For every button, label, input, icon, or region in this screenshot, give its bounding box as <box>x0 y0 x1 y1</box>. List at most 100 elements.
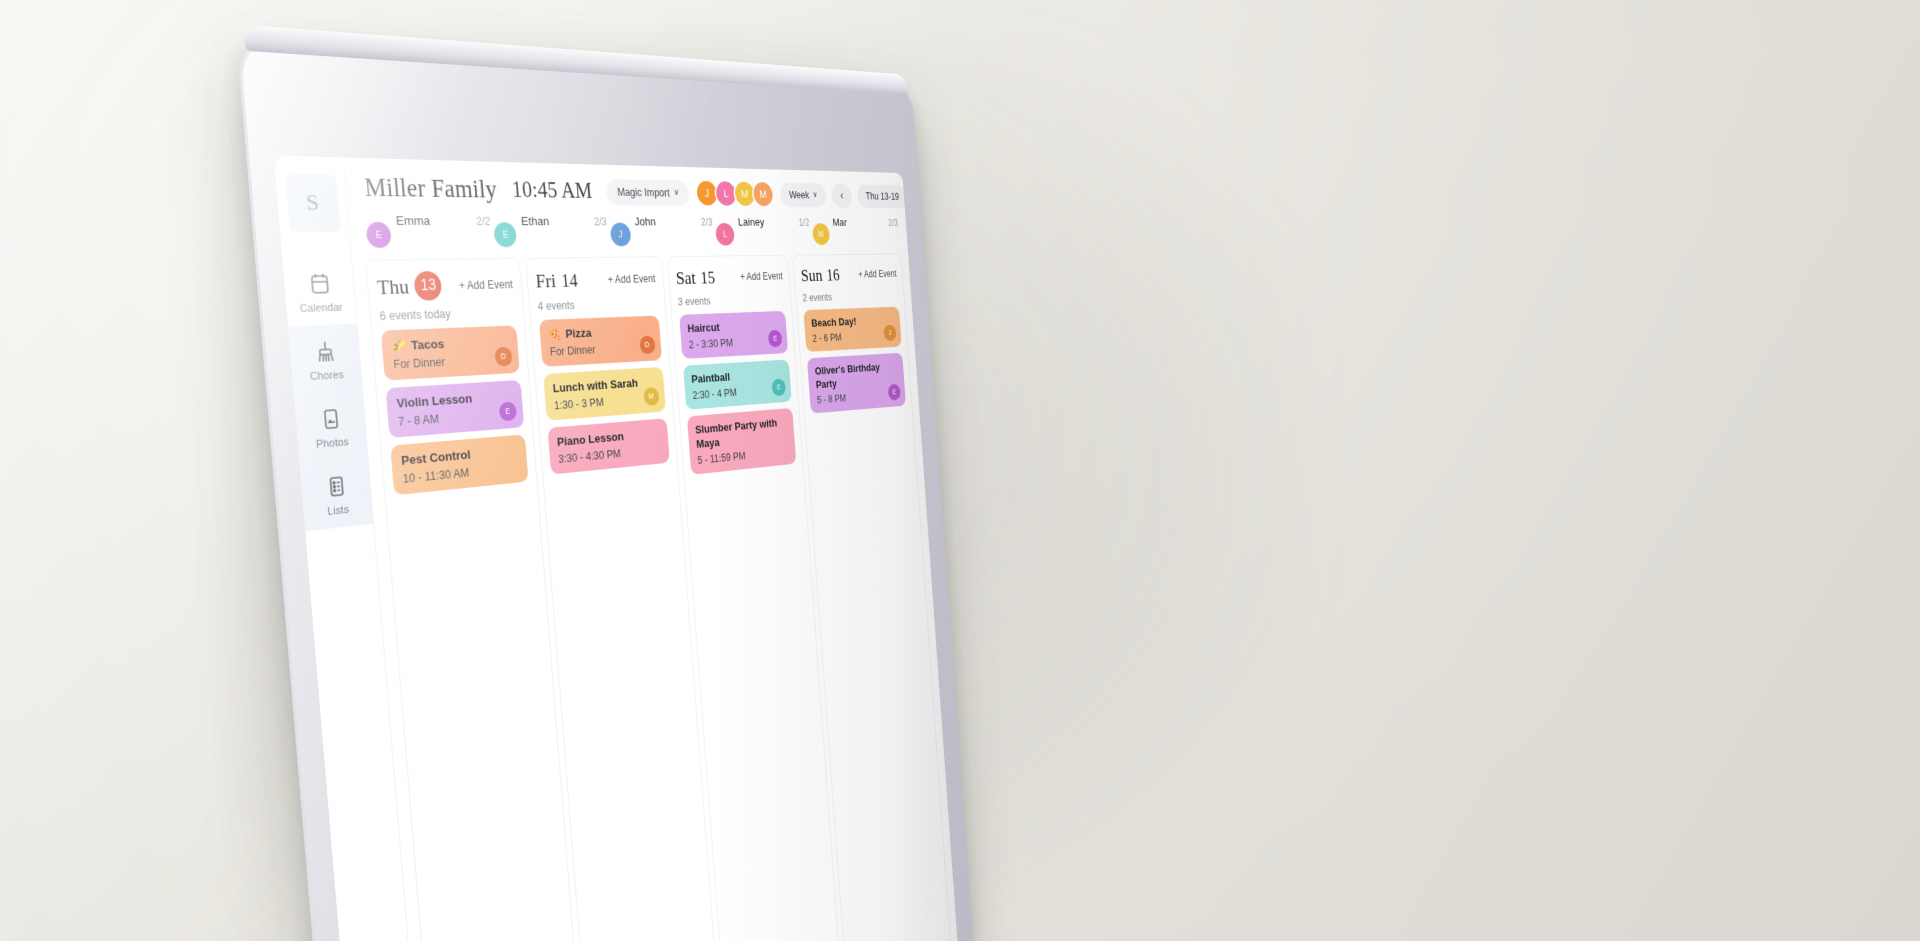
day-name: Sat <box>675 266 697 289</box>
event-card[interactable]: Pest Control 10 - 11:30 AM <box>390 434 529 495</box>
week-grid: Thu 13 + Add Event 6 events today 🌮 Tacos For … <box>352 253 958 941</box>
event-subtitle: For Dinner <box>392 355 446 372</box>
sidebar-item-calendar-label: Calendar <box>299 301 344 315</box>
event-card[interactable]: Violin Lesson 7 - 8 AM E <box>385 379 524 438</box>
day-number: 14 <box>560 269 579 291</box>
day-header: Sun 16 + Add Event <box>800 264 897 286</box>
sidebar-item-lists-label: Lists <box>326 503 350 518</box>
chevron-down-icon: ∨ <box>812 190 818 200</box>
member-name: John <box>634 214 657 228</box>
calendar-icon <box>308 272 331 296</box>
member-chore-count: 1/2 <box>798 216 810 229</box>
event-card[interactable]: Haircut 2 - 3:30 PM E <box>678 310 789 359</box>
member-progress[interactable]: J John 2/3 <box>609 215 714 247</box>
top-bar: Miller Family 10:45 AM Magic Import ∨ JL… <box>344 158 932 216</box>
perspective-stage: S Calendar Chores Photos Lists Miller Fa… <box>0 0 1920 941</box>
list-icon <box>325 474 347 499</box>
sidebar-item-photos-label: Photos <box>315 436 350 451</box>
event-title-text: Pizza <box>565 326 592 341</box>
view-selector[interactable]: Week ∨ <box>779 182 827 208</box>
event-emoji-icon: 🍕 <box>548 327 563 342</box>
event-card[interactable]: Slumber Party with Maya 5 - 11:59 PM <box>686 407 797 475</box>
member-chore-count: 2/2 <box>475 214 491 228</box>
event-title-text: Tacos <box>410 336 445 353</box>
member-progress[interactable]: M Mar 2/3 <box>811 216 899 245</box>
day-header: Thu 13 + Add Event <box>376 270 514 302</box>
wall-mounted-tablet: S Calendar Chores Photos Lists Miller Fa… <box>235 24 976 941</box>
event-title-text: Paintball <box>690 370 731 386</box>
avatar-stack: JLMM <box>694 179 775 208</box>
add-event-button[interactable]: + Add Event <box>458 278 513 292</box>
day-header: Sat 15 + Add Event <box>675 265 783 289</box>
day-number: 16 <box>825 264 841 285</box>
add-event-button[interactable]: + Add Event <box>607 273 656 286</box>
day-number: 15 <box>699 266 716 288</box>
member-avatar: E <box>365 221 392 249</box>
member-chore-count: 2/3 <box>700 216 713 229</box>
tablet-screen: S Calendar Chores Photos Lists Miller Fa… <box>273 155 959 941</box>
next-week-button[interactable]: › <box>911 184 932 209</box>
member-chore-count: 2/3 <box>593 215 608 228</box>
photo-icon <box>319 407 342 432</box>
event-title-text: Oliver's Birthday Party <box>814 360 881 391</box>
main-pane: Miller Family 10:45 AM Magic Import ∨ JL… <box>343 157 959 941</box>
device-top-edge <box>243 24 909 95</box>
event-card[interactable]: 🌮 Tacos For Dinner D <box>380 325 520 381</box>
day-event-count: 3 events <box>677 295 712 309</box>
member-progress[interactable]: E Emma 2/2 <box>365 213 492 249</box>
event-subtitle: For Dinner <box>549 343 596 359</box>
chevron-down-icon: ∨ <box>673 187 680 198</box>
event-card[interactable]: Oliver's Birthday Party 5 - 8 PM E <box>807 352 906 414</box>
clock: 10:45 AM <box>511 177 593 203</box>
avatar[interactable]: M <box>751 180 775 208</box>
day-name: Thu <box>376 273 410 299</box>
event-card[interactable]: Piano Lesson 3:30 - 4:30 PM <box>547 418 670 475</box>
member-progress[interactable]: E Ethan 2/3 <box>493 214 609 248</box>
member-progress[interactable]: L Lainey 1/2 <box>715 215 811 246</box>
event-card[interactable]: Beach Day! 2 - 6 PM J <box>803 306 902 352</box>
event-title-text: Violin Lesson <box>396 391 473 411</box>
member-name: Emma <box>395 213 431 228</box>
add-event-button[interactable]: + Add Event <box>858 268 897 280</box>
sidebar-item-lists[interactable]: Lists <box>299 457 374 532</box>
event-title-text: Beach Day! <box>810 315 857 330</box>
sidebar-item-chores-label: Chores <box>309 369 345 383</box>
member-avatar: L <box>715 223 736 246</box>
member-name: Ethan <box>520 214 550 228</box>
sidebar-item-photos[interactable]: Photos <box>293 390 369 464</box>
member-name: Lainey <box>737 215 765 229</box>
event-title: 🌮 Tacos <box>391 334 509 355</box>
event-subtitle: 2 - 6 PM <box>812 331 842 345</box>
brand-logo[interactable]: S <box>284 173 341 232</box>
member-avatar: M <box>811 223 830 245</box>
event-title: Haircut <box>687 318 780 336</box>
day-number: 13 <box>413 270 443 301</box>
sidebar-item-calendar[interactable]: Calendar <box>282 257 357 326</box>
event-title: Beach Day! <box>811 314 894 331</box>
member-progress-strip: E Emma 2/2 E Ethan 2/3 J John 2/3 L Lainey 1/2 M Mar 2… <box>348 211 908 260</box>
event-title: Oliver's Birthday Party <box>814 360 898 392</box>
event-title: 🍕 Pizza <box>548 324 652 343</box>
day-name: Fri <box>534 269 557 293</box>
day-event-count: 4 events <box>537 299 576 313</box>
event-card[interactable]: Paintball 2:30 - 4 PM E <box>682 359 792 410</box>
day-header: Fri 14 + Add Event <box>535 268 656 293</box>
member-chore-count: 2/3 <box>887 217 899 229</box>
photo-scene: S Calendar Chores Photos Lists Miller Fa… <box>0 0 1920 941</box>
magic-import-label: Magic Import <box>616 185 671 199</box>
add-event-button[interactable]: + Add Event <box>740 270 783 282</box>
event-title-text: Haircut <box>687 320 721 335</box>
date-range-label[interactable]: Thu 13-19 <box>856 183 908 208</box>
day-name: Sun <box>800 264 824 286</box>
view-selector-label: Week <box>788 188 810 201</box>
event-subtitle: 2 - 3:30 PM <box>688 336 734 351</box>
event-card[interactable]: Lunch with Sarah 1:30 - 3 PM M <box>543 366 666 421</box>
event-card[interactable]: 🍕 Pizza For Dinner D <box>538 315 662 367</box>
member-name: Mar <box>832 216 848 229</box>
page-title: Miller Family <box>363 172 498 204</box>
member-avatar: J <box>609 222 632 247</box>
broom-icon <box>314 339 337 363</box>
prev-week-button[interactable]: ‹ <box>831 182 853 209</box>
magic-import-button[interactable]: Magic Import ∨ <box>605 178 690 206</box>
sidebar-item-chores[interactable]: Chores <box>287 323 363 395</box>
